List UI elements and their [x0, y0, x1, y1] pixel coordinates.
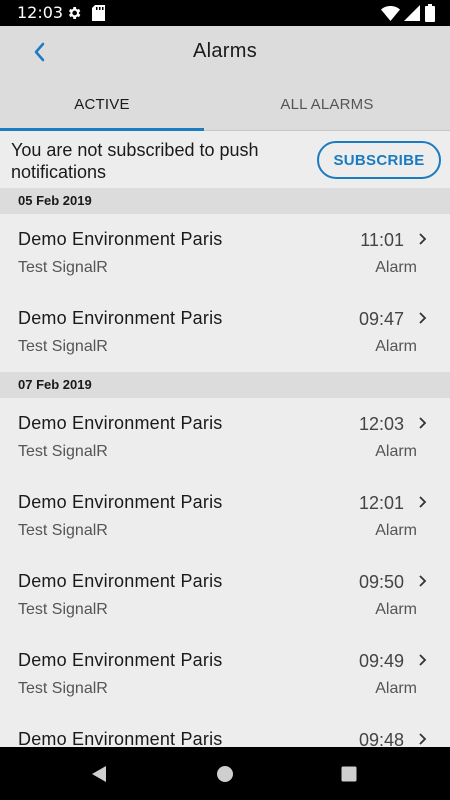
- status-bar: 12:03: [0, 0, 450, 26]
- page-title: Alarms: [192, 40, 258, 62]
- recents-square-icon: [341, 766, 357, 782]
- back-triangle-icon: [92, 766, 106, 782]
- list-item[interactable]: Demo Environment Paris Test SignalR 09:4…: [0, 635, 450, 714]
- alarm-subtitle: Test SignalR: [18, 522, 108, 539]
- chevron-right-icon: [419, 496, 427, 508]
- alarm-subtitle: Test SignalR: [18, 338, 108, 355]
- alarm-subtitle: Test SignalR: [18, 259, 108, 276]
- alarm-subtitle: Test SignalR: [18, 443, 108, 460]
- alarm-time: 12:01: [358, 493, 404, 513]
- home-circle-icon: [217, 766, 233, 782]
- alarm-time: 09:47: [358, 309, 404, 329]
- alarm-subtitle: Test SignalR: [18, 601, 108, 618]
- push-notification-banner: You are not subscribed to push notificat…: [0, 132, 450, 188]
- alarm-list[interactable]: 05 Feb 2019 Demo Environment Paris Test …: [0, 188, 450, 747]
- gear-icon: [69, 7, 81, 19]
- alarm-site-name: Demo Environment Paris: [18, 571, 223, 591]
- list-item[interactable]: Demo Environment Paris Test SignalR 09:4…: [0, 293, 450, 372]
- app-bar: Alarms: [0, 26, 450, 78]
- status-time: 12:03: [17, 3, 64, 22]
- chevron-right-icon: [419, 312, 427, 324]
- banner-message: You are not subscribed to push notificat…: [11, 140, 259, 182]
- alarm-site-name: Demo Environment Paris: [18, 729, 223, 747]
- nav-recents-button[interactable]: [336, 761, 362, 787]
- alarm-subtitle: Test SignalR: [18, 680, 108, 697]
- nav-home-button[interactable]: [212, 761, 238, 787]
- list-item[interactable]: Demo Environment Paris 09:48: [0, 714, 450, 747]
- tab-bar: ACTIVE ALL ALARMS: [0, 78, 450, 131]
- alarm-site-name: Demo Environment Paris: [18, 413, 223, 433]
- sd-card-icon: [92, 5, 105, 21]
- tab-active[interactable]: ACTIVE: [0, 78, 204, 131]
- alarm-site-name: Demo Environment Paris: [18, 229, 223, 249]
- alarm-type: Alarm: [375, 338, 417, 355]
- alarm-type: Alarm: [375, 259, 417, 276]
- tab-indicator: [0, 128, 204, 131]
- alarm-site-name: Demo Environment Paris: [18, 650, 223, 670]
- subscribe-button[interactable]: SUBSCRIBE: [317, 141, 441, 179]
- wifi-icon: [381, 6, 400, 21]
- battery-icon: [425, 4, 435, 22]
- alarm-type: Alarm: [375, 601, 417, 618]
- alarm-type: Alarm: [375, 522, 417, 539]
- chevron-right-icon: [419, 733, 427, 745]
- alarm-site-name: Demo Environment Paris: [18, 492, 223, 512]
- list-item[interactable]: Demo Environment Paris Test SignalR 12:0…: [0, 477, 450, 556]
- chevron-right-icon: [419, 575, 427, 587]
- alarm-site-name: Demo Environment Paris: [18, 308, 223, 328]
- alarm-time: 12:03: [358, 414, 404, 434]
- signal-icon: [404, 5, 420, 21]
- alarm-time: 09:49: [358, 651, 404, 671]
- list-item[interactable]: Demo Environment Paris Test SignalR 11:0…: [0, 214, 450, 293]
- list-item[interactable]: Demo Environment Paris Test SignalR 12:0…: [0, 398, 450, 477]
- tab-all-alarms[interactable]: ALL ALARMS: [204, 78, 450, 131]
- nav-back-button[interactable]: [86, 761, 112, 787]
- alarm-time: 09:48: [358, 730, 404, 747]
- list-item[interactable]: Demo Environment Paris Test SignalR 09:5…: [0, 556, 450, 635]
- chevron-right-icon: [419, 417, 427, 429]
- chevron-right-icon: [419, 233, 427, 245]
- alarm-type: Alarm: [375, 680, 417, 697]
- alarm-type: Alarm: [375, 443, 417, 460]
- alarm-time: 11:01: [360, 230, 404, 250]
- alarm-time: 09:50: [358, 572, 404, 592]
- date-header: 07 Feb 2019: [0, 372, 450, 398]
- date-header: 05 Feb 2019: [0, 188, 450, 214]
- chevron-right-icon: [419, 654, 427, 666]
- system-nav-bar: [0, 747, 450, 800]
